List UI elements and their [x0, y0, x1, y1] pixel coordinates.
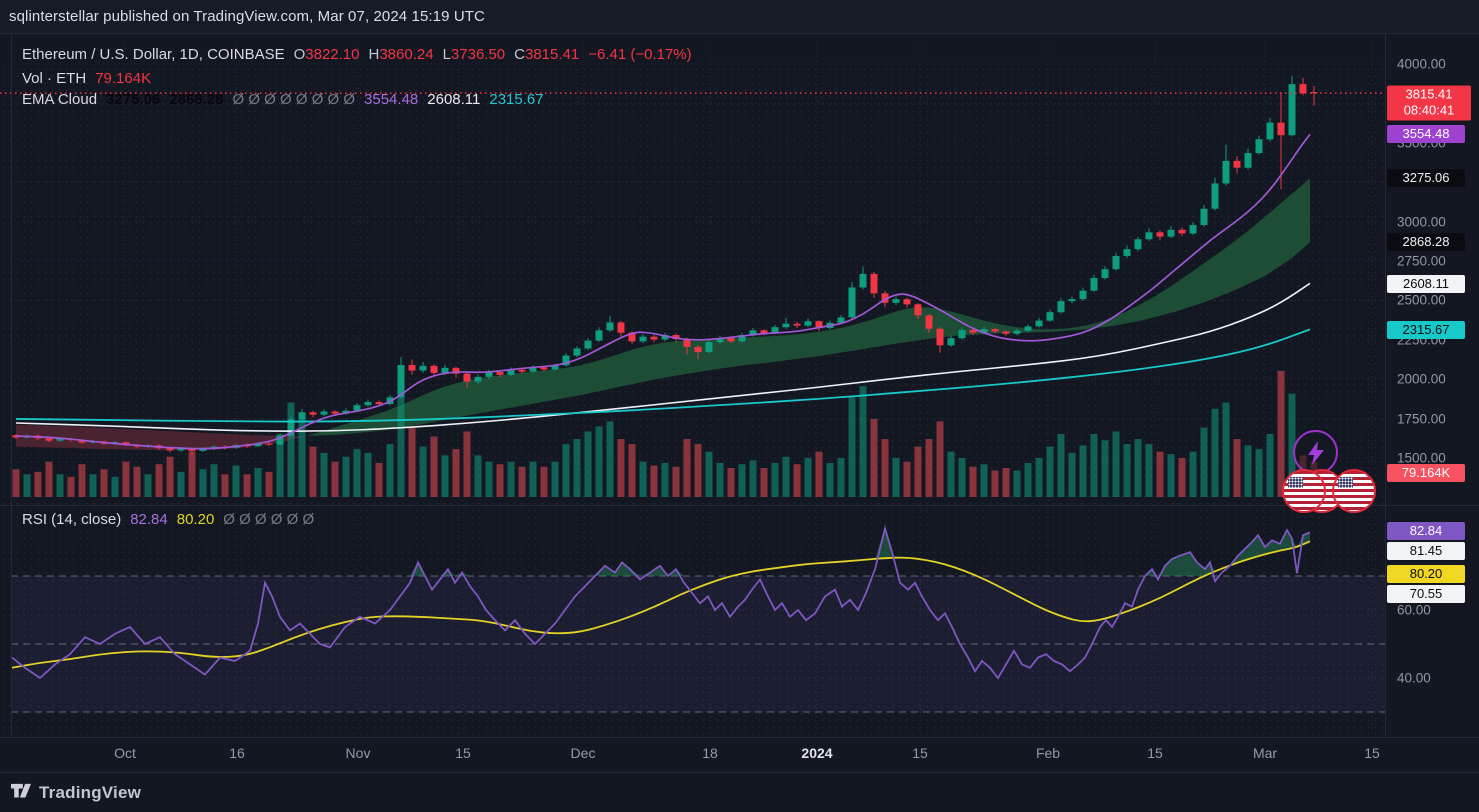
open-label: O: [294, 46, 306, 63]
price-axis[interactable]: 4000.003750.003500.003250.003000.002750.…: [1385, 33, 1479, 737]
ema-cloud-slow-value: 2868.28: [169, 91, 223, 108]
volume-legend-row: Vol · ETH 79.164K: [22, 70, 151, 87]
time-axis-label: Nov: [346, 745, 371, 761]
rsi-legend-row: RSI (14, close) 82.84 80.20 Ø Ø Ø Ø Ø Ø: [22, 511, 314, 528]
pane-resize-handle[interactable]: [0, 505, 1479, 506]
rsi-ma-badge: 80.20: [1387, 565, 1465, 583]
countdown-timer: 08:40:41: [1387, 103, 1471, 119]
low-label: L: [443, 46, 451, 63]
time-axis[interactable]: Oct 16 Nov 15 Dec 18 2024 15 Feb 15 Mar 15: [0, 737, 1385, 772]
header-separator: [0, 33, 1479, 34]
time-axis-label: 15: [1147, 745, 1163, 761]
bottom-toolbar: TradingView: [0, 773, 1479, 812]
economic-event-flag-icon[interactable]: [1282, 469, 1326, 513]
cloud-fast-badge: 3275.06: [1387, 169, 1465, 187]
timeaxis-separator: [0, 737, 1479, 738]
price-rsi-plot[interactable]: [0, 0, 1479, 812]
rsi-value: 82.84: [130, 511, 168, 528]
rsi-ma-value: 80.20: [177, 511, 215, 528]
price-axis-label: 3000.00: [1397, 214, 1446, 229]
time-axis-label: Dec: [571, 745, 596, 761]
time-axis-label: 15: [455, 745, 471, 761]
price-axis-label: 2750.00: [1397, 254, 1446, 269]
close-value: 3815.41: [525, 46, 579, 63]
last-price-badge: 3815.4108:40:41: [1387, 86, 1471, 121]
ema-white-value: 2608.11: [427, 91, 480, 108]
ema-purple-badge: 3554.48: [1387, 125, 1465, 143]
volume-badge: 79.164K: [1387, 464, 1465, 482]
rsi-lower-badge: 70.55: [1387, 585, 1465, 603]
rsi-value-badge: 82.84: [1387, 522, 1465, 540]
time-axis-label: 2024: [801, 745, 832, 761]
rsi-label: RSI (14, close): [22, 511, 121, 528]
time-axis-label: 18: [702, 745, 718, 761]
rsi-hidden-plots: Ø Ø Ø Ø Ø Ø: [223, 511, 314, 528]
high-value: 3860.24: [379, 46, 433, 63]
change-value: −6.41 (−0.17%): [588, 46, 691, 63]
low-value: 3736.50: [451, 46, 505, 63]
time-axis-label: 15: [912, 745, 928, 761]
symbol-title: Ethereum / U.S. Dollar, 1D, COINBASE: [22, 46, 285, 63]
rsi-axis-label: 60.00: [1397, 603, 1431, 618]
rsi-axis-label: 40.00: [1397, 671, 1431, 686]
symbol-legend-row: Ethereum / U.S. Dollar, 1D, COINBASE O38…: [22, 46, 692, 63]
rsi-upper-badge: 81.45: [1387, 542, 1465, 560]
ema-cyan-badge: 2315.67: [1387, 321, 1465, 339]
ema-cyan-value: 2315.67: [489, 91, 543, 108]
volume-value: 79.164K: [95, 70, 151, 87]
time-axis-label: Oct: [114, 745, 136, 761]
price-axis-label: 1750.00: [1397, 411, 1446, 426]
price-axis-label: 4000.00: [1397, 57, 1446, 72]
open-value: 3822.10: [305, 46, 359, 63]
ema-white-badge: 2608.11: [1387, 275, 1465, 293]
tradingview-logo-icon: [10, 783, 32, 803]
time-axis-label: Feb: [1036, 745, 1060, 761]
economic-event-flag-icon[interactable]: [1332, 469, 1376, 513]
volume-label: Vol · ETH: [22, 70, 86, 87]
ema-purple-value: 3554.48: [364, 91, 418, 108]
price-axis-label: 2000.00: [1397, 372, 1446, 387]
tradingview-published-chart: sqlinterstellar published on TradingView…: [0, 0, 1479, 812]
ema-cloud-fast-value: 3275.06: [106, 91, 160, 108]
ema-cloud-label: EMA Cloud: [22, 91, 97, 108]
ema-cloud-legend-row: EMA Cloud 3275.06 2868.28 Ø Ø Ø Ø Ø Ø Ø …: [22, 91, 544, 108]
close-label: C: [514, 46, 525, 63]
time-axis-label: 16: [229, 745, 245, 761]
ema-hidden-plots: Ø Ø Ø Ø Ø Ø Ø Ø: [233, 91, 356, 108]
tradingview-logo-text: TradingView: [39, 783, 141, 803]
price-axis-label: 2500.00: [1397, 293, 1446, 308]
plot-left-border: [11, 33, 12, 737]
priceaxis-separator: [1385, 33, 1386, 737]
high-label: H: [369, 46, 380, 63]
tradingview-logo[interactable]: TradingView: [10, 783, 141, 803]
cloud-slow-badge: 2868.28: [1387, 233, 1465, 251]
chart-canvas[interactable]: [0, 33, 1479, 773]
time-axis-label: 15: [1364, 745, 1380, 761]
lightning-icon: [1305, 440, 1327, 466]
time-axis-label: Mar: [1253, 745, 1277, 761]
